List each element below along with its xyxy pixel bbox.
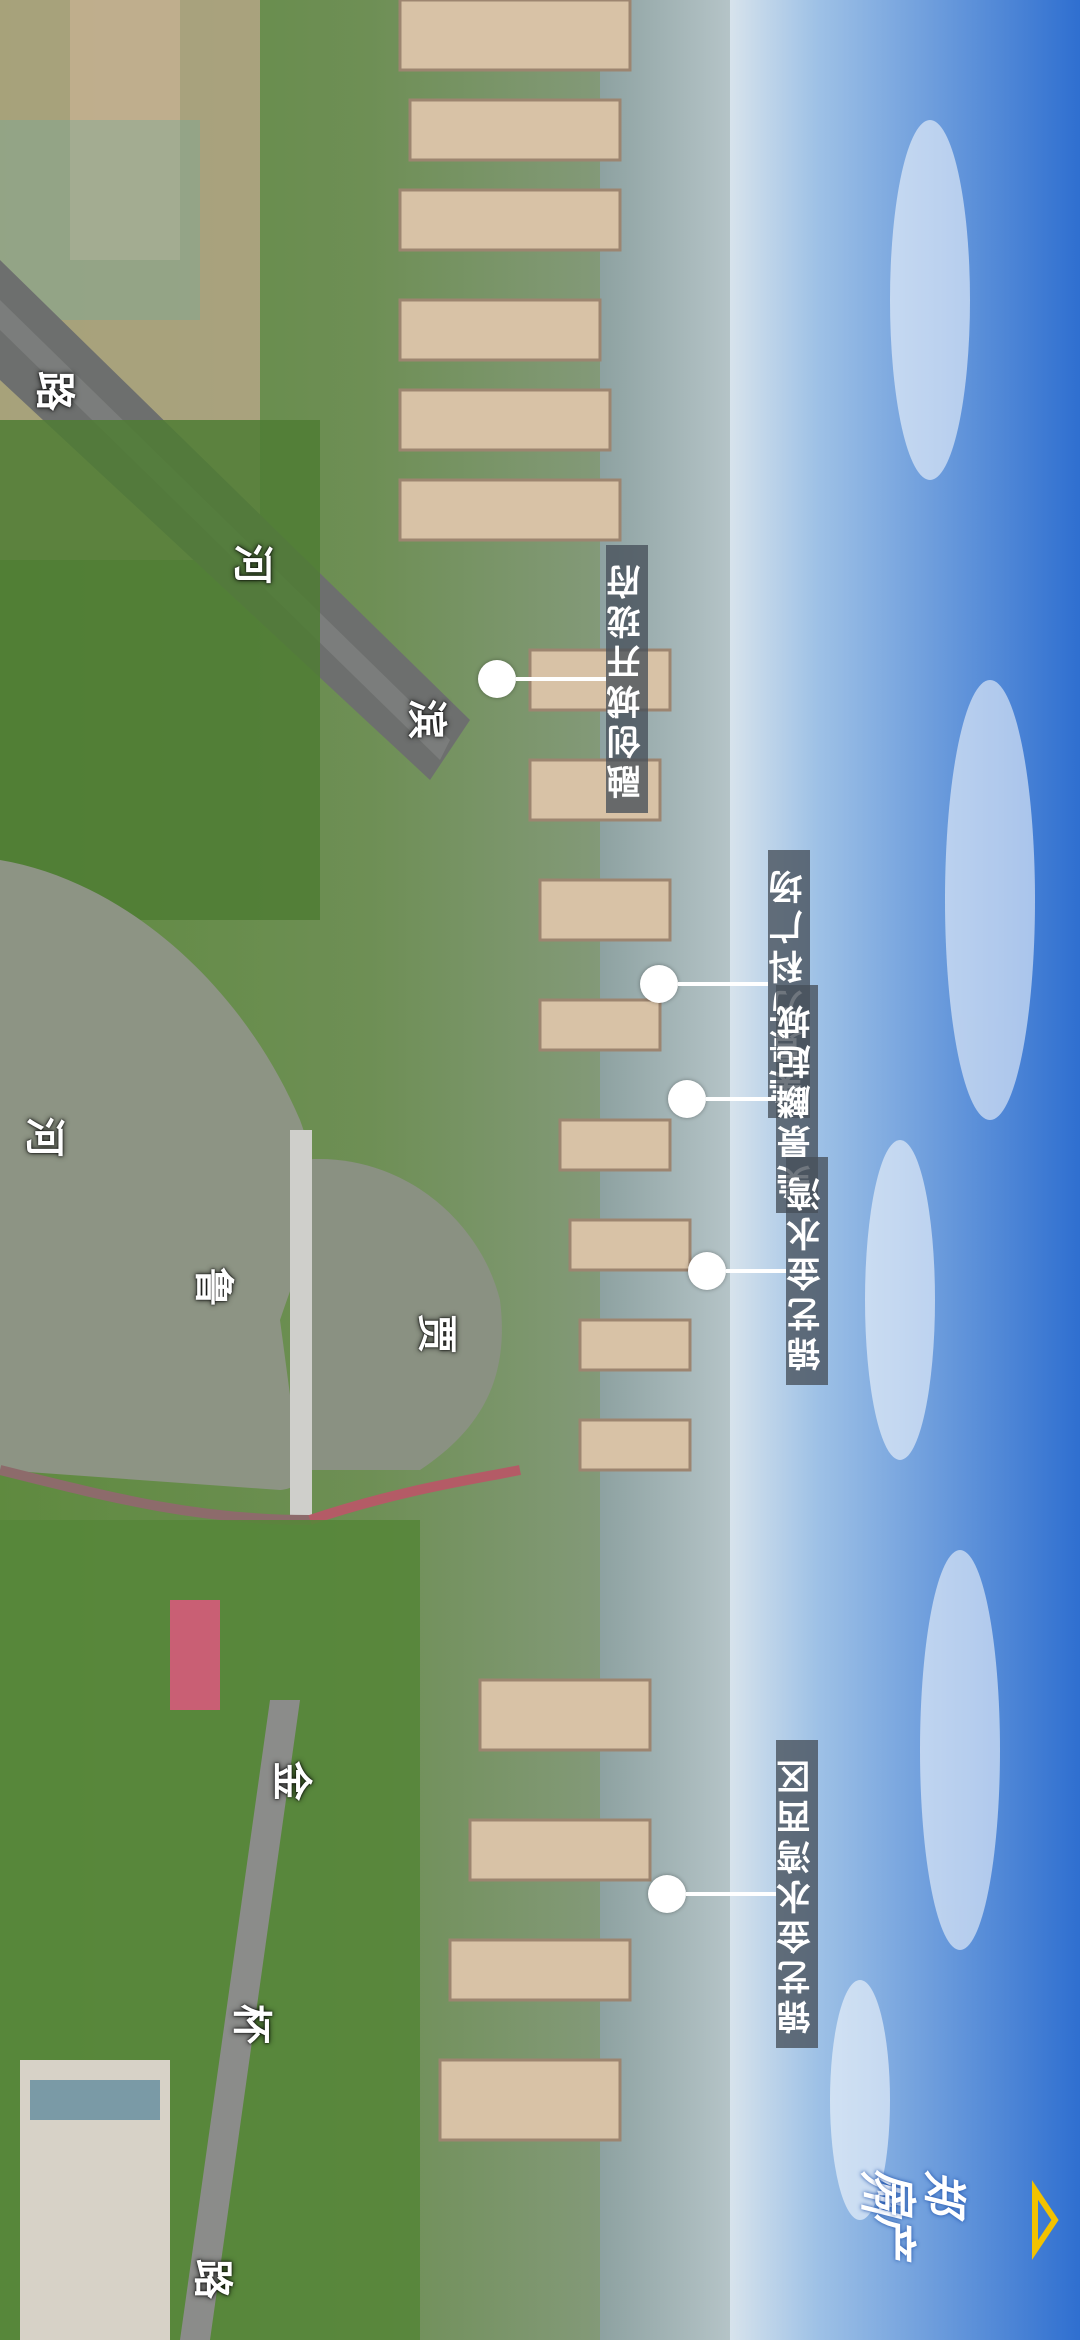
aerial-photo: [0, 0, 1080, 2340]
logo-text-line2: 房产: [868, 2170, 919, 2258]
leader-line: [516, 677, 606, 681]
callout-jinyi-jinshuiwan-west: 锦艺金水湾西区: [648, 1740, 818, 2048]
callout-label: 锦艺金水湾西区: [777, 1754, 817, 2034]
callout-label-box: 锦艺金水湾西区: [776, 1740, 818, 2048]
road-label: 河: [21, 1117, 67, 1157]
road-label: 金: [268, 1761, 314, 1801]
road-label: 贾: [413, 1314, 459, 1354]
location-dot-icon: [668, 1080, 706, 1118]
road-label: 滨: [403, 699, 449, 739]
road-label: 杯: [228, 2004, 274, 2044]
leader-line: [706, 1097, 776, 1101]
road-label: 路: [189, 2259, 235, 2299]
location-dot-icon: [478, 660, 516, 698]
callout-label-box: 锦艺金水湾: [786, 1157, 828, 1385]
callout-rongchuang: 融创城开珑府: [478, 545, 648, 813]
callout-label: 锦艺金水湾: [787, 1171, 827, 1371]
leader-line: [726, 1269, 786, 1273]
road-label: 河: [229, 544, 275, 584]
leader-line: [686, 1892, 776, 1896]
road-label: 鲁: [190, 1267, 236, 1307]
road-label: 路: [31, 371, 77, 411]
aerial-scene-drawing: [0, 0, 1080, 2340]
zhengzhou-fangchan-logo: 郑州 房产: [854, 2160, 1060, 2280]
callout-label: 融创城开珑府: [607, 559, 647, 799]
location-dot-icon: [648, 1875, 686, 1913]
callout-label-box: 融创城开珑府: [606, 545, 648, 813]
callout-jinyi-jinshuiwan: 锦艺金水湾: [688, 1157, 828, 1385]
location-dot-icon: [688, 1252, 726, 1290]
